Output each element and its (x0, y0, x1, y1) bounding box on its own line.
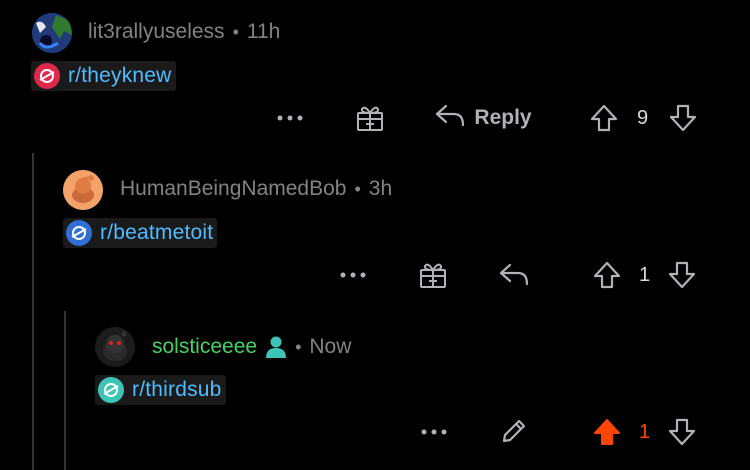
subreddit-icon (98, 377, 124, 403)
more-icon[interactable] (333, 260, 373, 290)
upvote-icon[interactable] (589, 258, 625, 292)
more-icon[interactable] (414, 417, 454, 447)
reply-label: Reply (474, 106, 532, 129)
downvote-icon[interactable] (664, 258, 700, 292)
vote-count: 9 (637, 107, 649, 129)
subreddit-icon (34, 63, 60, 89)
reply-icon[interactable] (494, 257, 534, 293)
username[interactable]: lit3rallyuseless (88, 20, 225, 44)
edit-icon[interactable] (495, 414, 531, 450)
meta-separator: • (232, 21, 239, 42)
gift-icon[interactable] (352, 100, 388, 136)
reply-button[interactable]: Reply (430, 100, 536, 136)
thread-line-level-2[interactable] (64, 311, 66, 470)
subreddit-link[interactable]: r/thirdsub (95, 375, 226, 405)
username[interactable]: solsticeeee (152, 335, 257, 359)
timestamp: 11h (246, 20, 281, 43)
avatar[interactable] (95, 327, 135, 367)
user-badge-icon (265, 335, 287, 359)
thread-line-level-1[interactable] (32, 153, 34, 470)
meta-separator: • (354, 178, 361, 199)
upvote-icon[interactable] (586, 101, 622, 135)
subreddit-name: r/beatmetoit (100, 221, 214, 244)
vote-count: 1 (639, 264, 651, 286)
reply-icon (434, 103, 466, 134)
upvote-icon[interactable] (589, 415, 625, 449)
subreddit-name: r/theyknew (68, 64, 172, 87)
username[interactable]: HumanBeingNamedBob (120, 177, 346, 201)
timestamp: Now (309, 335, 352, 358)
subreddit-name: r/thirdsub (132, 378, 222, 401)
timestamp: 3h (368, 177, 393, 200)
subreddit-link[interactable]: r/theyknew (31, 61, 176, 91)
subreddit-link[interactable]: r/beatmetoit (63, 218, 218, 248)
gift-icon[interactable] (415, 257, 451, 293)
avatar[interactable] (32, 13, 72, 53)
more-icon[interactable] (270, 103, 310, 133)
comment-meta: HumanBeingNamedBob • 3h (120, 177, 392, 201)
comment-meta: lit3rallyuseless • 11h (88, 20, 280, 44)
downvote-icon[interactable] (664, 415, 700, 449)
meta-separator: • (295, 336, 302, 357)
comment-meta: solsticeeee • Now (152, 335, 351, 359)
vote-count: 1 (639, 421, 651, 443)
subreddit-icon (66, 220, 92, 246)
avatar[interactable] (63, 170, 103, 210)
downvote-icon[interactable] (665, 101, 701, 135)
